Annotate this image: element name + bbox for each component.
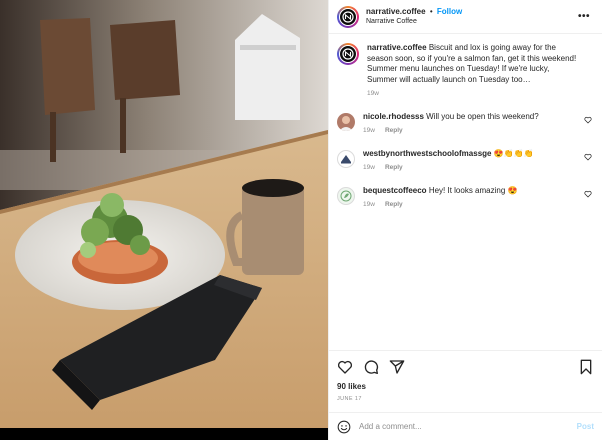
- bookmark-icon[interactable]: [578, 359, 594, 375]
- post-sidebar: narrative.coffee • Follow Narrative Coff…: [328, 0, 602, 440]
- post-photo[interactable]: [0, 0, 328, 440]
- author-username[interactable]: narrative.coffee: [366, 7, 426, 16]
- comment-like-heart-icon[interactable]: [584, 190, 592, 198]
- likes-count[interactable]: 90 likes: [329, 382, 602, 394]
- school-logo-icon: [341, 154, 351, 163]
- comment-time[interactable]: 19w: [363, 163, 375, 174]
- post-header: narrative.coffee • Follow Narrative Coff…: [329, 0, 602, 34]
- author-avatar[interactable]: [337, 5, 359, 28]
- comment-row: westbynorthwestschoolofmassge 😍👏👏👏 19w R…: [337, 149, 594, 174]
- narrative-logo-icon: [342, 10, 354, 23]
- comment-meta: 19w Reply: [363, 200, 578, 211]
- food-photo-illustration: [0, 0, 328, 440]
- action-bar: [329, 350, 602, 382]
- caption-username[interactable]: narrative.coffee: [367, 43, 427, 52]
- post-date[interactable]: JUNE 17: [329, 394, 602, 412]
- person-photo-icon: [339, 115, 353, 131]
- narrative-logo-icon: [342, 48, 354, 60]
- comment-body: westbynorthwestschoolofmassge 😍👏👏👏 19w R…: [363, 149, 594, 174]
- caption-avatar[interactable]: [337, 43, 359, 65]
- comment-like-heart-icon[interactable]: [584, 116, 592, 124]
- heart-icon[interactable]: [337, 359, 353, 375]
- comments-list[interactable]: narrative.coffee Biscuit and lox is goin…: [329, 34, 602, 350]
- caption-row: narrative.coffee Biscuit and lox is goin…: [337, 43, 594, 100]
- comment-username[interactable]: westbynorthwestschoolofmassge: [363, 149, 491, 158]
- comment-time[interactable]: 19w: [363, 200, 375, 211]
- comment-icon[interactable]: [363, 359, 379, 375]
- add-comment-bar: Post: [329, 412, 602, 440]
- paper-plane-icon[interactable]: [389, 359, 405, 375]
- commenter-avatar[interactable]: [337, 186, 355, 205]
- leaf-logo-icon: [340, 190, 352, 201]
- reply-button[interactable]: Reply: [385, 126, 403, 137]
- follow-button[interactable]: Follow: [437, 7, 462, 16]
- comment-row: bequestcoffeeco Hey! It looks amazing 😍 …: [337, 186, 594, 211]
- comment-like-heart-icon[interactable]: [584, 153, 592, 161]
- caption-meta: 19w: [367, 89, 578, 100]
- reply-button[interactable]: Reply: [385, 200, 403, 211]
- separator-dot: •: [429, 6, 433, 16]
- comment-row: nicole.rhodesss Will you be open this we…: [337, 112, 594, 137]
- comment-body: bequestcoffeeco Hey! It looks amazing 😍 …: [363, 186, 594, 211]
- reply-button[interactable]: Reply: [385, 163, 403, 174]
- comment-text: Hey! It looks amazing 😍: [428, 185, 518, 195]
- comment-username[interactable]: bequestcoffeeco: [363, 186, 427, 195]
- emoji-icon[interactable]: [337, 420, 351, 434]
- post-comment-button[interactable]: Post: [577, 422, 594, 431]
- instagram-post: narrative.coffee • Follow Narrative Coff…: [0, 0, 602, 440]
- more-options-icon[interactable]: •••: [578, 11, 594, 22]
- comment-meta: 19w Reply: [363, 163, 578, 174]
- commenter-avatar[interactable]: [337, 149, 355, 168]
- comment-time[interactable]: 19w: [363, 126, 375, 137]
- comment-text: Will you be open this weekend?: [426, 111, 539, 121]
- commenter-avatar[interactable]: [337, 112, 355, 131]
- comment-username[interactable]: nicole.rhodesss: [363, 112, 424, 121]
- header-text: narrative.coffee • Follow Narrative Coff…: [366, 7, 578, 27]
- location-link[interactable]: Narrative Coffee: [366, 17, 578, 27]
- caption-time[interactable]: 19w: [367, 89, 379, 100]
- comment-meta: 19w Reply: [363, 126, 578, 137]
- comment-input[interactable]: [359, 422, 577, 431]
- comment-body: nicole.rhodesss Will you be open this we…: [363, 112, 594, 137]
- comment-text: 😍👏👏👏: [493, 148, 534, 158]
- caption-body: narrative.coffee Biscuit and lox is goin…: [367, 43, 594, 100]
